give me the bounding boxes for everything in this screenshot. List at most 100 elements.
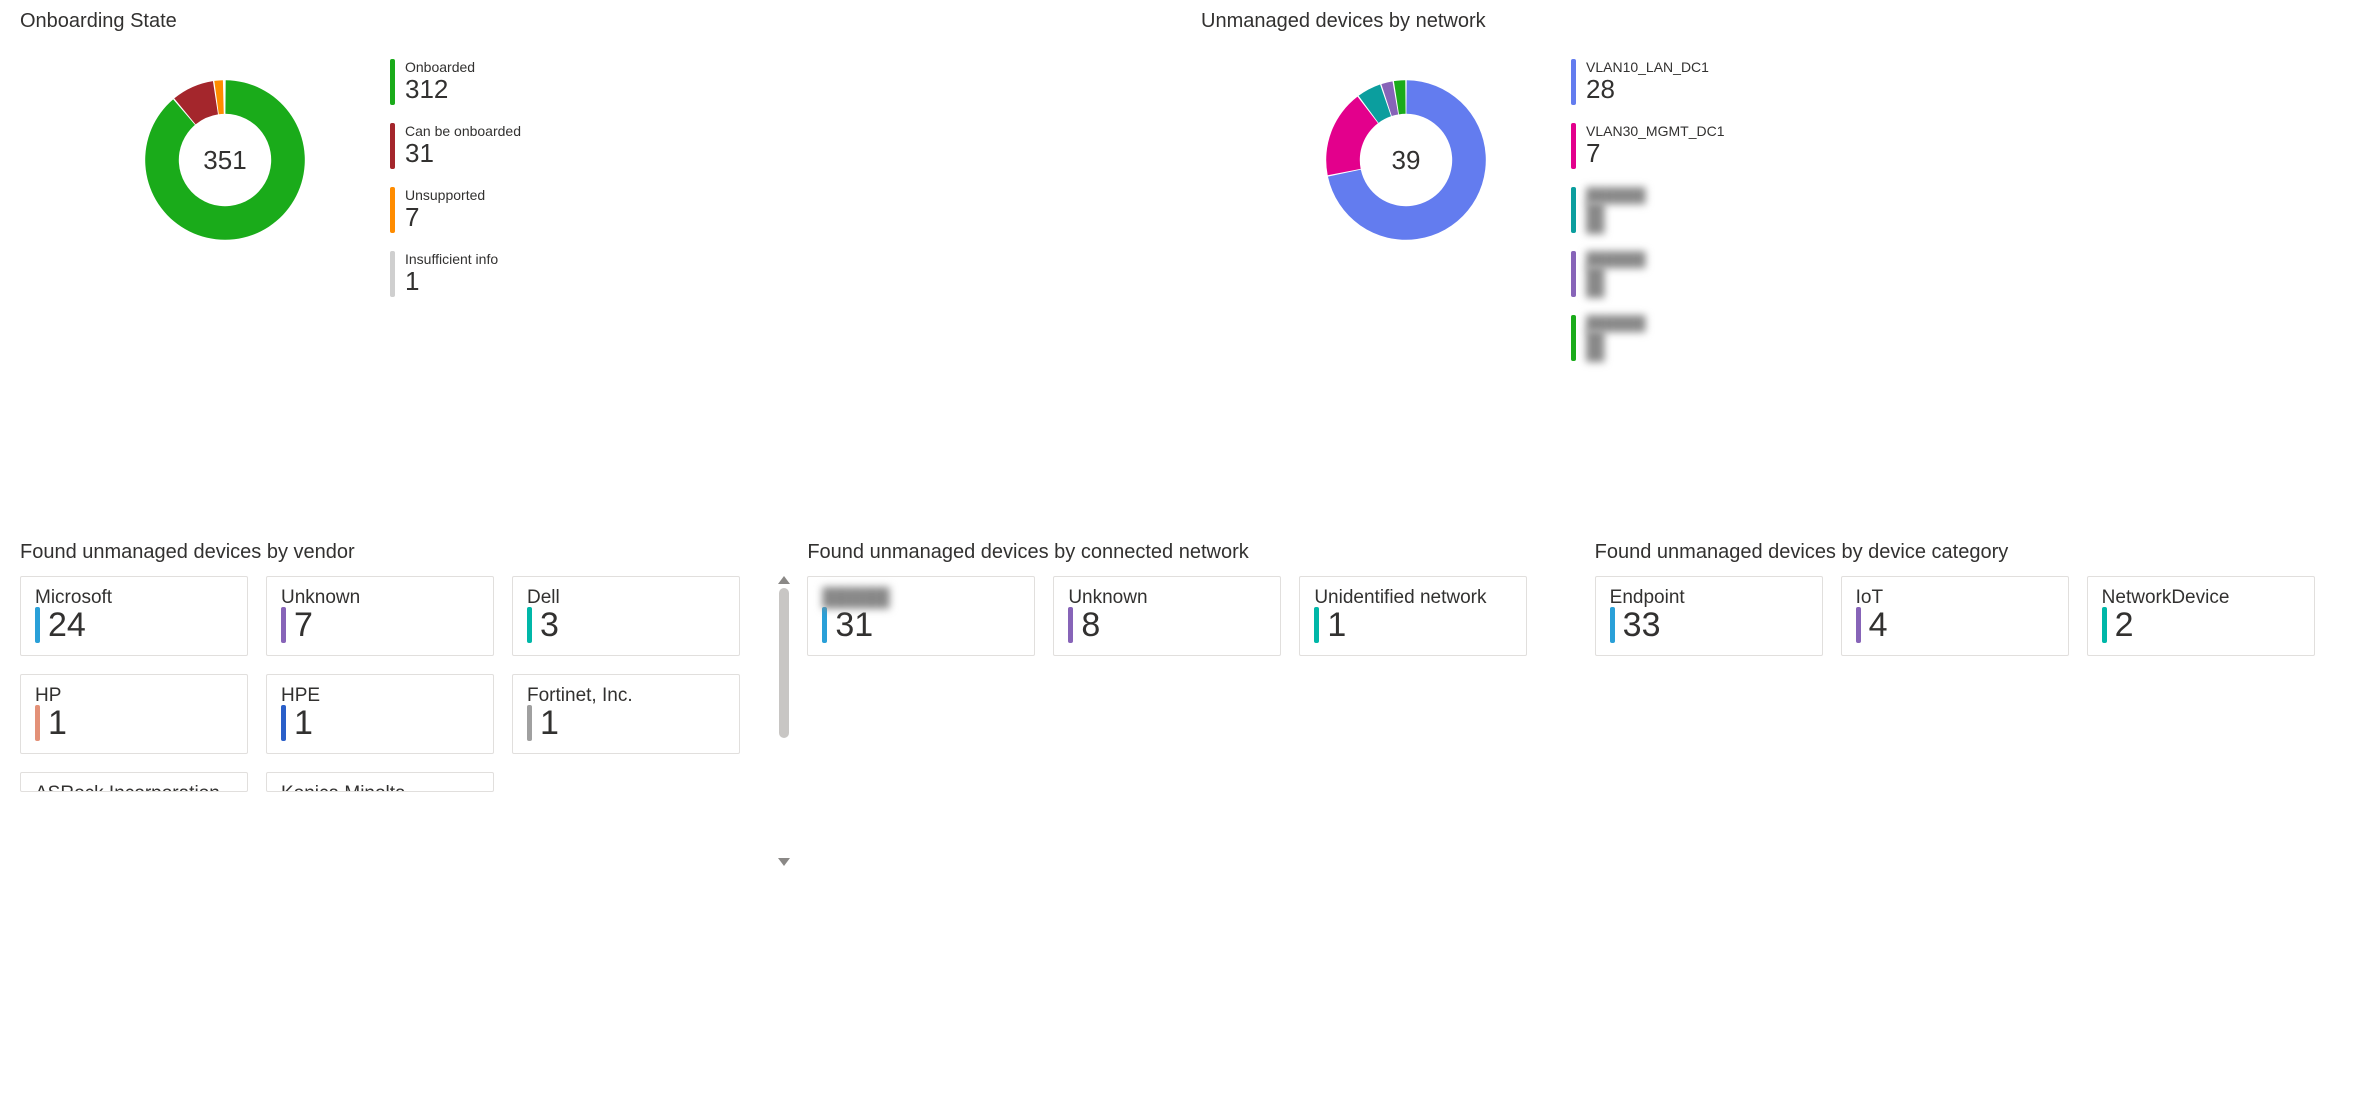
scroll-thumb[interactable] <box>779 588 789 738</box>
card-value: 1 <box>540 706 559 740</box>
card-color-bar <box>281 705 286 741</box>
donut-chart-network[interactable]: 39 <box>1301 55 1511 265</box>
stat-card[interactable]: Unknown7 <box>266 576 494 656</box>
legend-item[interactable]: VLAN10_LAN_DC128 <box>1571 59 1725 105</box>
legend-item[interactable]: ███████ <box>1571 251 1725 297</box>
donut-chart-onboarding[interactable]: 351 <box>120 55 330 265</box>
card-value: 1 <box>294 706 313 740</box>
stat-card[interactable]: NetworkDevice2 <box>2087 576 2315 656</box>
card-color-bar <box>527 705 532 741</box>
panel-title: Onboarding State <box>20 10 1161 33</box>
panel-title: Found unmanaged devices by vendor <box>20 541 767 564</box>
legend-label: Can be onboarded <box>405 123 521 139</box>
legend-color-bar <box>390 123 395 169</box>
legend-onboarding: Onboarded312 Can be onboarded31 Unsupporte… <box>390 59 521 297</box>
stat-card[interactable]: █████31 <box>807 576 1035 656</box>
card-color-bar <box>35 607 40 643</box>
bottom-panel: Found unmanaged devices by connected net… <box>807 541 1554 792</box>
legend-network: VLAN10_LAN_DC128VLAN30_MGMT_DC17████████… <box>1571 59 1725 361</box>
bottom-panel: Found unmanaged devices by device catego… <box>1595 541 2342 792</box>
legend-label: ██████ <box>1586 315 1646 331</box>
stat-card[interactable]: ASRock Incorporation <box>20 772 248 792</box>
legend-item[interactable]: Unsupported7 <box>390 187 521 233</box>
legend-label: Onboarded <box>405 59 475 75</box>
bottom-panel: Found unmanaged devices by vendor Microso… <box>20 541 767 792</box>
legend-item[interactable]: Onboarded312 <box>390 59 521 105</box>
legend-item[interactable]: VLAN30_MGMT_DC17 <box>1571 123 1725 169</box>
legend-value: 312 <box>405 75 475 105</box>
card-color-bar <box>1314 607 1319 643</box>
card-color-bar <box>1856 607 1861 643</box>
card-value: 3 <box>540 608 559 642</box>
card-value: 1 <box>48 706 67 740</box>
legend-label: ██████ <box>1586 251 1646 267</box>
stat-card[interactable]: Fortinet, Inc.1 <box>512 674 740 754</box>
legend-color-bar <box>1571 59 1576 105</box>
card-value: 31 <box>835 608 873 642</box>
stat-card[interactable]: Endpoint33 <box>1595 576 1823 656</box>
legend-value: 7 <box>405 203 485 233</box>
legend-color-bar <box>1571 123 1576 169</box>
legend-color-bar <box>1571 315 1576 361</box>
panel-unmanaged-by-network: Unmanaged devices by network 39 VLAN10_L… <box>1201 10 2342 361</box>
scroll-down-icon[interactable] <box>778 858 790 866</box>
card-value: 7 <box>294 608 313 642</box>
legend-value: █ <box>1586 331 1646 361</box>
panel-title: Unmanaged devices by network <box>1201 10 2342 33</box>
legend-label: VLAN30_MGMT_DC1 <box>1586 123 1725 139</box>
scroll-up-icon[interactable] <box>778 576 790 584</box>
scrollbar[interactable] <box>777 576 791 866</box>
legend-label: ██████ <box>1586 187 1646 203</box>
card-value: 2 <box>2115 608 2134 642</box>
legend-value: █ <box>1586 203 1646 233</box>
card-value: 24 <box>48 608 86 642</box>
legend-label: Unsupported <box>405 187 485 203</box>
card-value: 1 <box>1327 608 1346 642</box>
card-color-bar <box>2102 607 2107 643</box>
card-value: 8 <box>1081 608 1100 642</box>
legend-color-bar <box>390 59 395 105</box>
stat-card[interactable]: Konica Minolta <box>266 772 494 792</box>
legend-label: Insufficient info <box>405 251 498 267</box>
legend-value: 1 <box>405 267 498 297</box>
card-color-bar <box>822 607 827 643</box>
card-label: Konica Minolta <box>281 783 479 792</box>
legend-color-bar <box>1571 251 1576 297</box>
legend-value: 7 <box>1586 139 1725 169</box>
card-color-bar <box>35 705 40 741</box>
legend-item[interactable]: Insufficient info1 <box>390 251 521 297</box>
panel-onboarding-state: Onboarding State 351 Onboarded312 Can be … <box>20 10 1161 361</box>
card-color-bar <box>1610 607 1615 643</box>
legend-color-bar <box>390 251 395 297</box>
card-label: █████ <box>822 587 1020 609</box>
panel-title: Found unmanaged devices by device catego… <box>1595 541 2342 564</box>
cards-grid: █████31Unknown8Unidentified network1 <box>807 576 1527 656</box>
panel-title: Found unmanaged devices by connected net… <box>807 541 1554 564</box>
bottom-row: Found unmanaged devices by vendor Microso… <box>20 541 2342 792</box>
legend-value: █ <box>1586 267 1646 297</box>
card-label: ASRock Incorporation <box>35 783 233 792</box>
card-value: 33 <box>1623 608 1661 642</box>
stat-card[interactable]: Unidentified network1 <box>1299 576 1527 656</box>
stat-card[interactable]: HPE1 <box>266 674 494 754</box>
legend-item[interactable]: ███████ <box>1571 315 1725 361</box>
stat-card[interactable]: Unknown8 <box>1053 576 1281 656</box>
legend-item[interactable]: Can be onboarded31 <box>390 123 521 169</box>
legend-color-bar <box>390 187 395 233</box>
card-color-bar <box>527 607 532 643</box>
cards-grid: Endpoint33IoT4NetworkDevice2 <box>1595 576 2315 656</box>
legend-value: 31 <box>405 139 521 169</box>
stat-card[interactable]: Microsoft24 <box>20 576 248 656</box>
stat-card[interactable]: HP1 <box>20 674 248 754</box>
legend-label: VLAN10_LAN_DC1 <box>1586 59 1709 75</box>
legend-color-bar <box>1571 187 1576 233</box>
cards-grid: Microsoft24Unknown7Dell3 HP1HPE1Fortinet,… <box>20 576 740 792</box>
legend-item[interactable]: ███████ <box>1571 187 1725 233</box>
card-color-bar <box>1068 607 1073 643</box>
legend-value: 28 <box>1586 75 1709 105</box>
stat-card[interactable]: IoT4 <box>1841 576 2069 656</box>
card-color-bar <box>281 607 286 643</box>
stat-card[interactable]: Dell3 <box>512 576 740 656</box>
card-value: 4 <box>1869 608 1888 642</box>
donut-slice[interactable] <box>145 80 305 240</box>
